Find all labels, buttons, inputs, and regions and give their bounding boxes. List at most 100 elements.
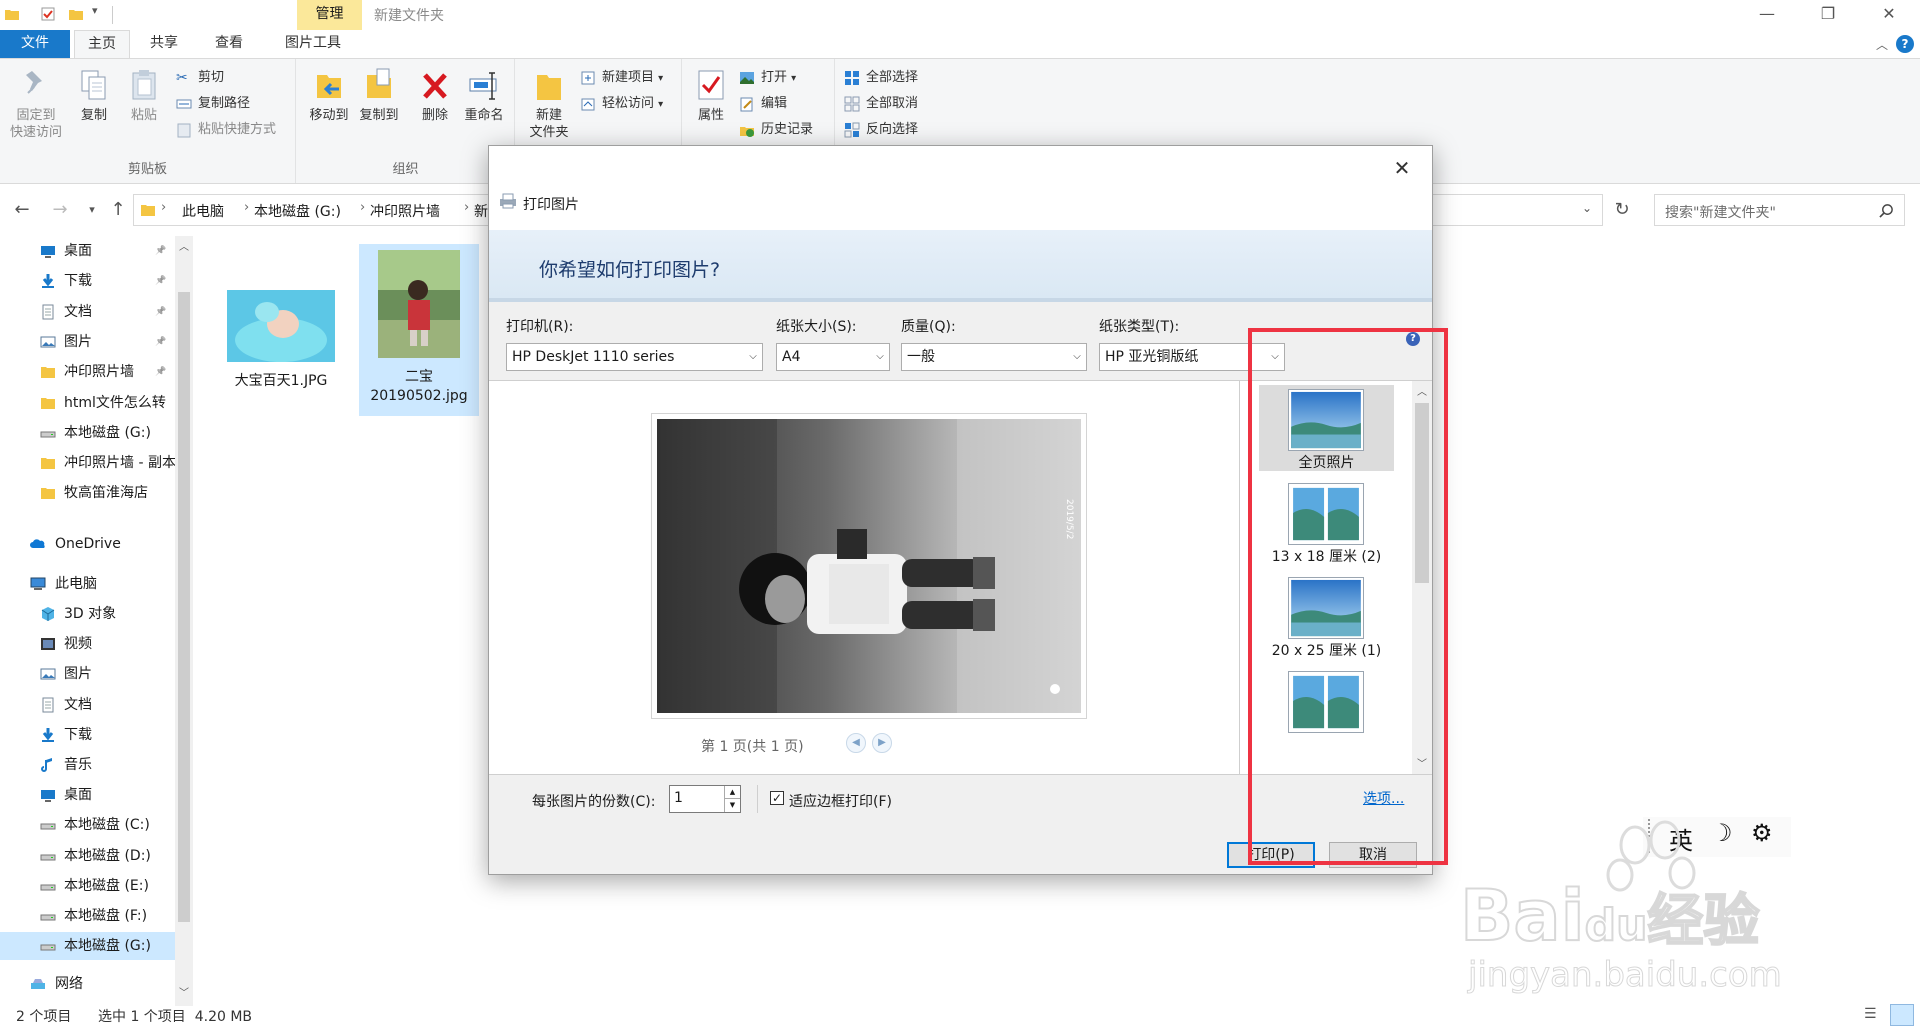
move-to-button[interactable]: 移动到 <box>305 67 353 124</box>
next-page-icon[interactable]: ▶ <box>872 733 892 753</box>
easy-access-icon <box>581 98 595 111</box>
nav-item-quick-access[interactable]: 桌面 📌 <box>0 237 175 265</box>
nav-item-this-pc-child[interactable]: 本地磁盘 (C:) <box>0 811 175 839</box>
refresh-icon[interactable]: ↻ <box>1610 198 1634 222</box>
file-item-selected[interactable]: 二宝 20190502.jpg <box>359 244 479 416</box>
large-icons-view-icon[interactable] <box>1890 1004 1914 1026</box>
folder-icon <box>141 205 155 216</box>
delete-button[interactable]: 删除 <box>415 67 455 124</box>
chevron-down-icon: ⌵ <box>876 351 884 362</box>
paper-size-select[interactable]: A4 ⌵ <box>776 343 890 371</box>
nav-item-this-pc-child[interactable]: 本地磁盘 (F:) <box>0 902 175 930</box>
easy-access-button[interactable]: 轻松访问 ▾ <box>580 93 663 115</box>
nav-item-this-pc-child[interactable]: 3D 对象 <box>0 600 175 628</box>
paste-button[interactable]: 粘贴 <box>122 67 166 124</box>
nav-item-this-pc-child[interactable]: 本地磁盘 (E:) <box>0 872 175 900</box>
tab-picture-tools[interactable]: 图片工具 <box>276 30 350 58</box>
scroll-down-icon[interactable]: ﹀ <box>179 984 189 999</box>
copies-stepper[interactable]: 1 ▲ ▼ <box>669 785 741 813</box>
previous-page-icon[interactable]: ◀ <box>846 733 866 753</box>
tab-file[interactable]: 文件 <box>0 30 70 58</box>
copies-value: 1 <box>674 790 683 806</box>
nav-item-this-pc-child[interactable]: 音乐 <box>0 751 175 779</box>
forward-arrow-icon[interactable]: → <box>48 198 72 222</box>
nav-item-this-pc-child[interactable]: 视频 <box>0 630 175 658</box>
nav-item-this-pc-child[interactable]: 桌面 <box>0 781 175 809</box>
select-none-button[interactable]: 全部取消 <box>844 93 918 115</box>
new-item-button[interactable]: 新建项目 ▾ <box>580 67 663 89</box>
nav-item-this-pc-child[interactable]: 图片 <box>0 660 175 688</box>
rename-button[interactable]: 重命名 <box>457 67 511 124</box>
collapse-ribbon-icon[interactable]: ︿ <box>1876 36 1888 53</box>
details-view-icon[interactable]: ☰ <box>1864 1006 1884 1024</box>
download-icon <box>42 727 54 742</box>
video-icon <box>41 638 55 651</box>
help-icon[interactable]: ? <box>1896 35 1914 53</box>
close-button[interactable]: ✕ <box>1866 0 1912 30</box>
nav-item-quick-access[interactable]: 文档 📌 <box>0 298 175 326</box>
tab-view[interactable]: 查看 <box>201 30 257 58</box>
pin-icon <box>26 71 42 94</box>
back-arrow-icon[interactable]: ← <box>10 198 34 222</box>
file-item[interactable]: 大宝百天1.JPG <box>221 284 341 394</box>
open-button[interactable]: 打开 ▾ <box>739 67 796 89</box>
tab-share[interactable]: 共享 <box>136 30 192 58</box>
recent-locations-chevron-icon[interactable]: ▾ <box>80 198 104 222</box>
breadcrumb-this-pc[interactable]: 此电脑 <box>182 201 224 221</box>
nav-item-quick-access[interactable]: 本地磁盘 (G:) <box>0 419 175 447</box>
search-placeholder: 搜索"新建文件夹" <box>1665 205 1776 221</box>
dialog-close-button[interactable]: ✕ <box>1387 154 1417 184</box>
paste-shortcut-button[interactable]: 粘贴快捷方式 <box>176 119 276 141</box>
decrement-icon[interactable]: ▼ <box>724 799 740 812</box>
pin-quick-access-button[interactable]: 固定到 快速访问 <box>6 67 66 141</box>
invert-selection-button[interactable]: 反向选择 <box>844 119 918 141</box>
printer-select[interactable]: HP DeskJet 1110 series ⌵ <box>506 343 763 371</box>
print-preview-area: 2019/5/2 第 1 页(共 1 页) ◀ ▶ <box>489 380 1239 774</box>
printer-label: 打印机(R): <box>506 319 574 335</box>
minimize-button[interactable]: — <box>1744 0 1790 30</box>
nav-item-quick-access[interactable]: 牧高笛淮海店 <box>0 479 175 507</box>
breadcrumb-new-folder[interactable]: 新 <box>474 201 488 221</box>
new-folder-button[interactable]: 新建 文件夹 <box>526 67 572 141</box>
quick-access-dropdown-icon[interactable]: ▾ <box>92 4 98 17</box>
nav-item-quick-access[interactable]: html文件怎么转 <box>0 389 175 417</box>
nav-item-quick-access[interactable]: 下载 📌 <box>0 267 175 295</box>
delete-icon <box>423 73 447 99</box>
nav-item-onedrive[interactable]: OneDrive <box>0 530 175 558</box>
nav-item-this-pc-child[interactable]: 本地磁盘 (G:) <box>0 932 175 961</box>
properties-button[interactable]: 属性 <box>691 67 731 124</box>
select-all-button[interactable]: 全部选择 <box>844 67 918 89</box>
breadcrumb-photo-wall[interactable]: 冲印照片墙 <box>370 201 440 221</box>
copy-button[interactable]: 复制 <box>72 67 116 124</box>
nav-item-quick-access[interactable]: 图片 📌 <box>0 328 175 356</box>
window-title: 新建文件夹 <box>374 8 444 24</box>
maximize-button[interactable]: ❐ <box>1805 0 1851 30</box>
copy-path-button[interactable]: 复制路径 <box>176 93 250 115</box>
tab-home[interactable]: 主页 <box>74 30 130 59</box>
nav-item-quick-access[interactable]: 冲印照片墙 - 副本 <box>0 449 175 477</box>
properties-check-icon[interactable] <box>40 6 56 22</box>
breadcrumb-drive-g[interactable]: 本地磁盘 (G:) <box>254 201 341 221</box>
scroll-up-icon[interactable]: ︿ <box>179 238 189 253</box>
history-button[interactable]: 历史记录 <box>739 119 813 141</box>
nav-item-this-pc-child[interactable]: 下载 <box>0 721 175 749</box>
edit-button[interactable]: 编辑 <box>739 93 787 115</box>
nav-item-network[interactable]: 网络 <box>0 970 175 998</box>
nav-item-label: html文件怎么转 <box>64 394 166 411</box>
new-folder-qa-icon[interactable] <box>68 6 84 22</box>
up-arrow-icon[interactable]: ↑ <box>106 198 130 222</box>
nav-scroll-thumb[interactable] <box>178 292 190 922</box>
fit-checkbox[interactable]: ✓ <box>770 791 784 805</box>
address-dropdown-icon[interactable]: ⌄ <box>1582 201 1592 215</box>
pin-icon: 📌 <box>155 276 167 287</box>
nav-item-this-pc-child[interactable]: 本地磁盘 (D:) <box>0 842 175 870</box>
cut-button[interactable]: ✂ 剪切 <box>176 67 224 89</box>
search-box[interactable]: 搜索"新建文件夹" <box>1654 194 1905 226</box>
nav-scrollbar[interactable]: ︿ ﹀ <box>175 236 193 1006</box>
nav-item-this-pc[interactable]: 此电脑 <box>0 570 175 598</box>
nav-item-this-pc-child[interactable]: 文档 <box>0 691 175 719</box>
nav-item-quick-access[interactable]: 冲印照片墙 📌 <box>0 358 175 386</box>
copy-to-button[interactable]: 复制到 <box>355 67 403 124</box>
quality-select[interactable]: 一般 ⌵ <box>901 343 1087 371</box>
increment-icon[interactable]: ▲ <box>724 786 740 799</box>
